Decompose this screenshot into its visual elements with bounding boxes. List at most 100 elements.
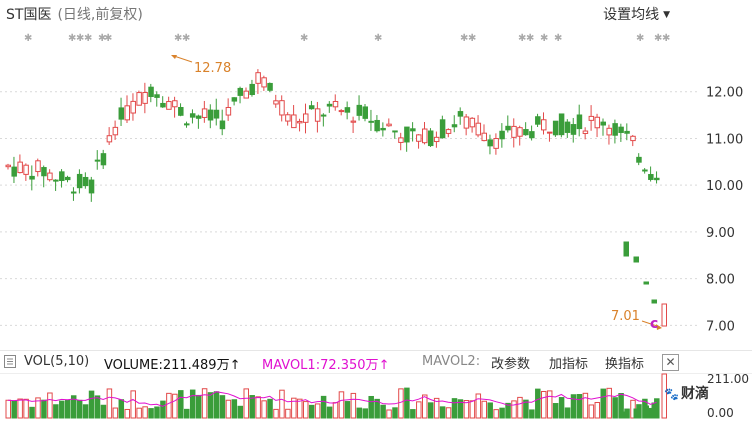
event-marker-icon[interactable]: ✱: [662, 33, 670, 44]
candle-body: [624, 130, 630, 134]
watermark: 🐾 财滴: [664, 383, 709, 403]
volume-bar: [255, 396, 261, 419]
event-marker-icon[interactable]: ✱: [24, 33, 32, 44]
volume-bar: [546, 390, 553, 419]
candlestick-chart[interactable]: ✱ ✱ ✱ ✱ ✱✱ ✱ ✱ ✱ ✱ ✱ ✱ ✱ ✱ ✱ ✱ ✱ ✱ ✱ 12.0011.0010.009.008…: [0, 24, 752, 350]
volume-indicator-bar: VOL(5,10) VOLUME:211.489万↑ MAVOL1:72.350…: [0, 350, 752, 374]
candle-body: [88, 179, 95, 194]
volume-bar: [29, 406, 35, 419]
candle-body: [291, 114, 297, 129]
volume-bar: [243, 388, 249, 419]
candle-body: [201, 108, 208, 118]
candle-body: [433, 136, 440, 143]
candle-body: [82, 176, 89, 187]
candle-body: [410, 128, 416, 132]
candle-body: [398, 137, 404, 143]
candle-body: [511, 125, 517, 138]
event-marker-icon[interactable]: ✱: [182, 33, 190, 44]
event-marker-icon[interactable]: ✱: [104, 33, 112, 44]
event-marker-icon[interactable]: ✱: [554, 33, 562, 44]
add-indicator-button[interactable]: 加指标: [546, 353, 592, 372]
switch-indicator-button[interactable]: 换指标: [602, 353, 648, 372]
candle-body: [172, 100, 178, 108]
mavol1-value-text: MAVOL1:72.350万: [262, 358, 379, 373]
candle-body: [618, 126, 624, 133]
edit-params-button[interactable]: 改参数: [488, 353, 534, 372]
volume-bar: [481, 400, 487, 419]
volume-bar: [475, 393, 482, 419]
volume-bar: [600, 388, 606, 419]
watermark-text: 财滴: [680, 386, 709, 402]
volume-bar: [273, 408, 279, 419]
event-marker-icon[interactable]: ✱: [300, 33, 308, 44]
candle-body: [243, 90, 249, 99]
candle-body: [529, 131, 535, 139]
candle-body: [249, 83, 255, 96]
candle-body: [523, 129, 529, 136]
candle-body: [94, 159, 101, 162]
volume-bar: [172, 393, 178, 419]
candle-body: [475, 122, 482, 136]
set-moving-average-button[interactable]: 设置均线 ▼: [603, 4, 670, 24]
candle-body: [189, 113, 196, 118]
event-marker-icon[interactable]: ✱: [526, 33, 534, 44]
volume-bar: [130, 390, 136, 419]
volume-bar: [297, 398, 303, 419]
volume-bar: [623, 411, 629, 419]
candle-body: [630, 135, 636, 142]
candle-body: [582, 130, 589, 134]
volume-bar: [88, 390, 95, 419]
candle-body: [118, 107, 125, 120]
candle-body: [207, 109, 214, 121]
candle-body: [160, 102, 166, 108]
volume-bar: [612, 397, 618, 419]
volume-bar: [53, 404, 59, 419]
close-indicator-button[interactable]: ✕: [662, 354, 679, 371]
candle-body: [636, 156, 642, 163]
candle-body: [469, 117, 476, 128]
event-marker-icon[interactable]: ✱: [636, 33, 644, 44]
volume-bar: [314, 403, 321, 419]
candle-body: [5, 164, 11, 168]
volume-bar: [582, 392, 589, 419]
volume-bar: [618, 392, 624, 419]
mavol2-value: MAVOL2:: [422, 354, 481, 369]
event-marker-icon[interactable]: ✱: [84, 33, 92, 44]
volume-bar: [94, 395, 101, 419]
volume-bar: [5, 399, 11, 419]
candle-body: [314, 108, 321, 122]
candle-body: [558, 113, 565, 136]
volume-bar: [633, 408, 639, 419]
volume-bar: [23, 398, 29, 419]
candle-body: [463, 116, 470, 129]
volume-bar: [350, 392, 357, 419]
volume-bar: [338, 391, 345, 419]
volume-bar: [564, 407, 571, 419]
candle-body: [505, 125, 511, 131]
candle-body: [362, 106, 368, 119]
volume-bar: [100, 404, 107, 419]
price-tick-label: 12.00: [706, 86, 743, 101]
candle-body: [106, 135, 113, 143]
candle-body: [303, 113, 309, 123]
volume-value: VOLUME:211.489万↑: [104, 354, 240, 373]
volume-bar: [643, 405, 649, 419]
stock-name: ST国医: [6, 7, 52, 23]
candle-body: [623, 241, 629, 257]
volume-bar: [469, 400, 476, 419]
paw-icon: 🐾: [664, 387, 679, 401]
event-marker-icon[interactable]: ✱: [374, 33, 382, 44]
candle-body: [70, 191, 77, 194]
candle-body: [231, 97, 238, 102]
volume-chart: 211.00 0.00: [5, 372, 749, 420]
event-marker-icon[interactable]: ✱: [540, 33, 548, 44]
mavol1-value: MAVOL1:72.350万↑: [262, 354, 389, 373]
price-tick-label: 8.00: [706, 273, 735, 288]
candle-body: [308, 105, 315, 110]
volume-bar: [326, 406, 333, 419]
candle-body: [594, 116, 601, 129]
volume-bar: [207, 392, 214, 419]
indicator-expand-icon[interactable]: [4, 355, 16, 368]
event-marker-icon[interactable]: ✱: [468, 33, 476, 44]
volume-bar: [225, 399, 232, 419]
